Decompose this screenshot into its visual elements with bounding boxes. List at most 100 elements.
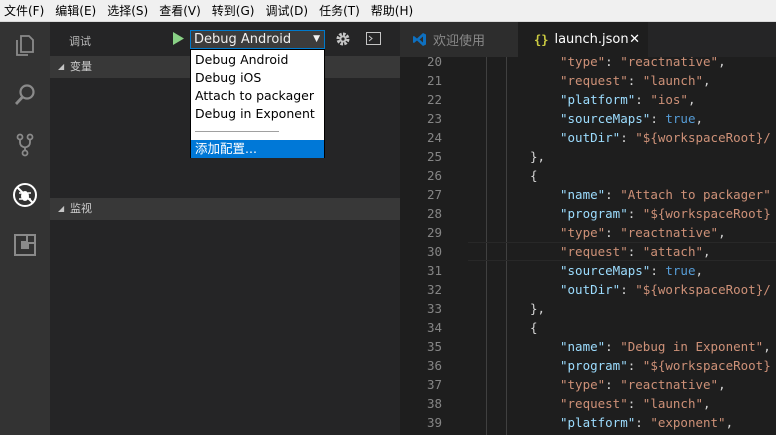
code-token: , xyxy=(703,73,711,88)
code-token: "type" xyxy=(560,377,606,392)
activity-debug[interactable] xyxy=(0,172,50,218)
code-token: "outDir" xyxy=(560,282,621,297)
gear-icon[interactable] xyxy=(335,31,351,47)
code-token: "launch" xyxy=(642,396,704,411)
add-configuration-option[interactable]: 添加配置... xyxy=(191,140,324,158)
code-line: 36 "program": "${workspaceRoot} xyxy=(400,356,776,375)
line-number: 27 xyxy=(426,187,442,202)
tab-label: launch.json xyxy=(554,32,629,47)
code-token: , xyxy=(718,225,726,240)
code-token: , xyxy=(703,396,711,411)
code-line: 26 { xyxy=(400,166,776,185)
code-editor[interactable]: 20 "type": "reactnative", 21 "request": "la… xyxy=(400,57,776,435)
code-text: }, xyxy=(530,147,545,166)
activity-extensions[interactable] xyxy=(0,222,50,268)
json-icon: {} xyxy=(534,32,549,47)
code-line: 29 "type": "reactnative", xyxy=(400,223,776,242)
variables-label: 变量 xyxy=(70,60,92,73)
code-line: 27 "name": "Attach to packager" xyxy=(400,185,776,204)
code-token: "type" xyxy=(560,225,606,240)
config-option[interactable]: Debug iOS xyxy=(191,69,324,87)
menu-item[interactable]: 调试(D) xyxy=(265,2,308,19)
code-token: "request" xyxy=(560,396,628,411)
code-token: , xyxy=(725,415,734,430)
code-text: "outDir": "${workspaceRoot}/ xyxy=(560,280,771,299)
menu-item[interactable]: 任务(T) xyxy=(319,2,360,19)
extensions-icon xyxy=(14,234,36,256)
activity-source-control[interactable] xyxy=(0,122,50,168)
tab-label: 欢迎使用 xyxy=(433,34,486,49)
files-icon xyxy=(16,35,34,56)
watch-section-header[interactable]: ◢ 监视 xyxy=(50,198,400,220)
code-token: "reactnative" xyxy=(620,57,719,69)
menu-item[interactable]: 编辑(E) xyxy=(55,2,96,19)
line-number: 37 xyxy=(426,377,442,392)
triangle-down-icon: ◢ xyxy=(58,204,65,213)
code-text: "name": "Attach to packager" xyxy=(560,185,771,204)
code-text: "sourceMaps": true, xyxy=(560,261,703,280)
config-option[interactable]: Attach to packager xyxy=(191,87,324,105)
code-line: 30 "request": "attach", xyxy=(400,242,776,261)
code-token: : xyxy=(620,282,636,297)
code-token: "reactnative" xyxy=(620,225,719,240)
code-token: "request" xyxy=(560,73,628,88)
code-token: , xyxy=(703,244,711,259)
code-line: 20 "type": "reactnative", xyxy=(400,57,776,71)
code-token: "launch" xyxy=(642,73,704,88)
code-text: "request": "launch", xyxy=(560,394,711,413)
line-number: 20 xyxy=(426,57,442,69)
config-option[interactable]: Debug in Exponent xyxy=(191,105,324,123)
code-text: "name": "Debug in Exponent", xyxy=(560,337,771,356)
code-token: , xyxy=(687,92,696,107)
menu-item[interactable]: 查看(V) xyxy=(159,2,201,19)
code-text: "sourceMaps": true, xyxy=(560,109,703,128)
code-token: "exponent" xyxy=(650,415,726,430)
activity-explorer[interactable] xyxy=(0,22,50,68)
code-token: , xyxy=(695,111,704,126)
code-line: 24 "outDir": "${workspaceRoot}/ xyxy=(400,128,776,147)
code-line: 25}, xyxy=(400,147,776,166)
code-token: , xyxy=(718,377,726,392)
code-line: 32 "outDir": "${workspaceRoot}/ xyxy=(400,280,776,299)
code-text: "platform": "ios", xyxy=(560,90,696,109)
code-line: 21 "request": "launch", xyxy=(400,71,776,90)
code-token: "outDir" xyxy=(560,130,621,145)
code-token: : xyxy=(605,225,621,240)
activity-search[interactable] xyxy=(0,72,50,118)
code-token: }, xyxy=(530,149,546,164)
tab-launch-json[interactable]: {} launch.json ✕ xyxy=(518,22,648,57)
code-token: : xyxy=(627,244,643,259)
code-token: : xyxy=(627,206,643,221)
code-token: , xyxy=(718,57,726,69)
line-number: 36 xyxy=(426,358,442,373)
code-line: 34 { xyxy=(400,318,776,337)
vscode-icon xyxy=(413,33,426,46)
terminal-icon[interactable] xyxy=(366,32,381,45)
close-icon[interactable]: ✕ xyxy=(629,32,640,47)
launch-config-select[interactable]: Debug Android ▼ xyxy=(190,30,325,49)
code-token: , xyxy=(695,263,704,278)
menu-item[interactable]: 文件(F) xyxy=(4,2,44,19)
menu-item[interactable]: 帮助(H) xyxy=(371,2,413,19)
code-token: : xyxy=(635,415,651,430)
code-text: "type": "reactnative", xyxy=(560,375,726,394)
dropdown-separator xyxy=(195,131,279,132)
code-token: "platform" xyxy=(560,92,636,107)
code-token: "attach" xyxy=(642,244,704,259)
menu-item[interactable]: 转到(G) xyxy=(212,2,255,19)
play-icon[interactable] xyxy=(172,32,184,45)
code-text: "request": "attach", xyxy=(560,242,711,261)
code-line: 38 "request": "launch", xyxy=(400,394,776,413)
code-token: "type" xyxy=(560,57,606,69)
code-line: 23 "sourceMaps": true, xyxy=(400,109,776,128)
watch-label: 监视 xyxy=(70,202,92,215)
menu-item[interactable]: 选择(S) xyxy=(107,2,148,19)
code-token: { xyxy=(530,168,538,183)
code-text: "program": "${workspaceRoot} xyxy=(560,356,771,375)
config-option[interactable]: Debug Android xyxy=(191,51,324,69)
tab-welcome[interactable]: 欢迎使用 xyxy=(400,22,518,57)
code-token: , xyxy=(763,339,771,354)
debug-icon xyxy=(13,183,37,207)
line-number: 38 xyxy=(426,396,442,411)
search-icon xyxy=(14,84,35,105)
